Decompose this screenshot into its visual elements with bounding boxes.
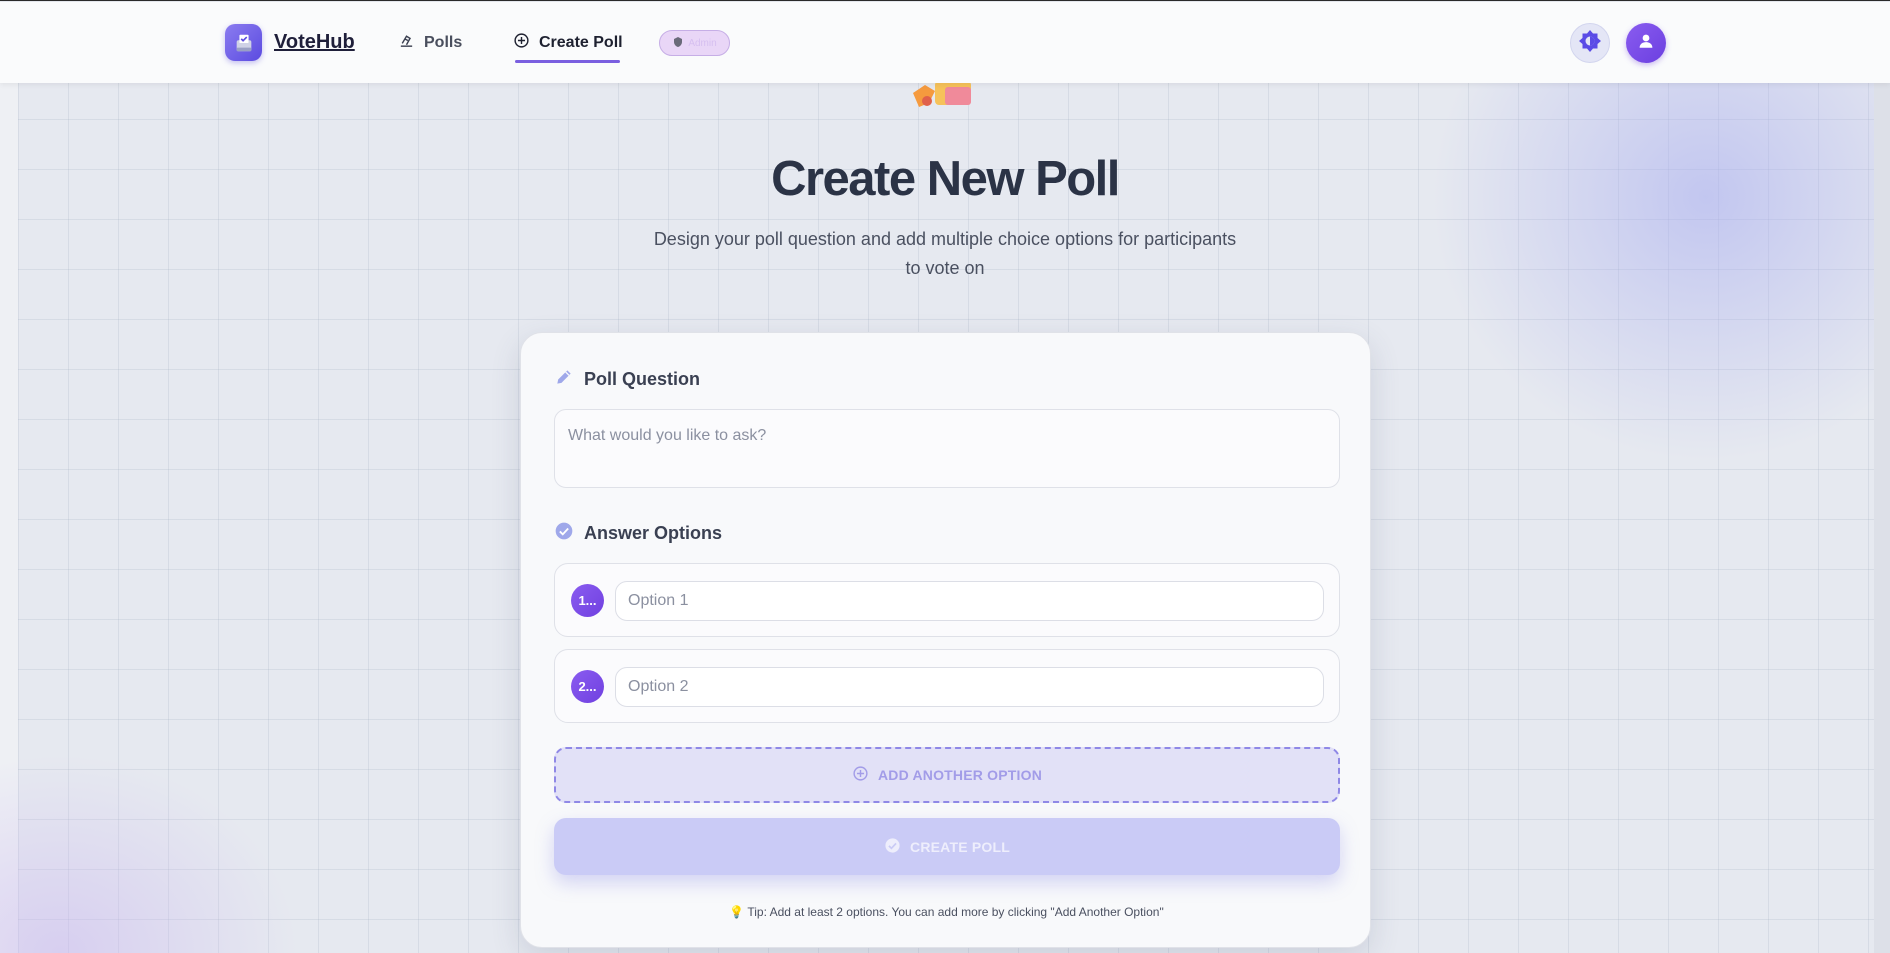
answer-options-label: Answer Options	[584, 523, 723, 543]
page-title: Create New Poll	[771, 152, 1120, 206]
brand-link[interactable]: VoteHub	[225, 24, 355, 61]
page-subtitle: Design your poll question and add multip…	[653, 229, 1237, 278]
user-menu-button[interactable]	[1626, 23, 1666, 63]
check-circle-icon	[884, 837, 901, 857]
top-navbar: VoteHub Polls Create Poll Admin	[0, 2, 1890, 83]
admin-badge: Admin	[659, 30, 730, 56]
option-row: 2... Option 2	[554, 649, 1340, 723]
brand-name[interactable]: VoteHub	[274, 31, 355, 54]
vote-icon	[398, 32, 415, 54]
pencil-icon	[554, 367, 574, 392]
theme-toggle-button[interactable]	[1570, 23, 1610, 63]
plus-circle-icon	[513, 32, 530, 54]
add-option-button[interactable]: ADD ANOTHER OPTION	[554, 747, 1340, 803]
poll-question-label: Poll Question	[584, 369, 701, 389]
poll-question-input[interactable]: What would you like to ask?	[554, 409, 1340, 488]
check-circle-icon	[554, 521, 574, 546]
active-tab-indicator	[515, 60, 620, 63]
option-input[interactable]: Option 1	[615, 581, 1324, 621]
plus-circle-icon	[852, 765, 869, 785]
option-number-badge: 1...	[571, 584, 604, 617]
option-number-badge: 2...	[571, 670, 604, 703]
tip-label: Tip: Add at least 2 options. You can add…	[747, 905, 1164, 919]
add-option-label: ADD ANOTHER OPTION	[877, 767, 1043, 783]
background-glow-right	[1430, 83, 1890, 463]
scrollbar-track[interactable]	[1874, 83, 1890, 953]
nav-polls[interactable]: Polls	[398, 32, 462, 54]
tip-text: 💡 Tip: Add at least 2 options. You can a…	[521, 905, 1372, 919]
user-icon	[1637, 32, 1655, 55]
answer-options-heading: Answer Options	[554, 521, 722, 546]
nav-create-label: Create Poll	[539, 34, 623, 51]
nav-polls-label: Polls	[424, 34, 463, 51]
option-row: 1... Option 1	[554, 563, 1340, 637]
lightbulb-icon: 💡	[729, 905, 745, 919]
poll-question-heading: Poll Question	[554, 367, 700, 392]
create-poll-label: CREATE POLL	[910, 838, 1010, 855]
brightness-icon	[1578, 29, 1602, 58]
shield-icon	[672, 36, 684, 51]
create-poll-form: Poll Question What would you like to ask…	[520, 332, 1371, 948]
option-input[interactable]: Option 2	[615, 667, 1324, 707]
create-poll-button[interactable]: CREATE POLL	[554, 818, 1340, 875]
admin-badge-label: Admin	[688, 37, 717, 49]
ballot-box-icon	[225, 24, 262, 61]
nav-create-poll[interactable]: Create Poll	[513, 32, 623, 54]
background-glow-left	[0, 753, 300, 953]
